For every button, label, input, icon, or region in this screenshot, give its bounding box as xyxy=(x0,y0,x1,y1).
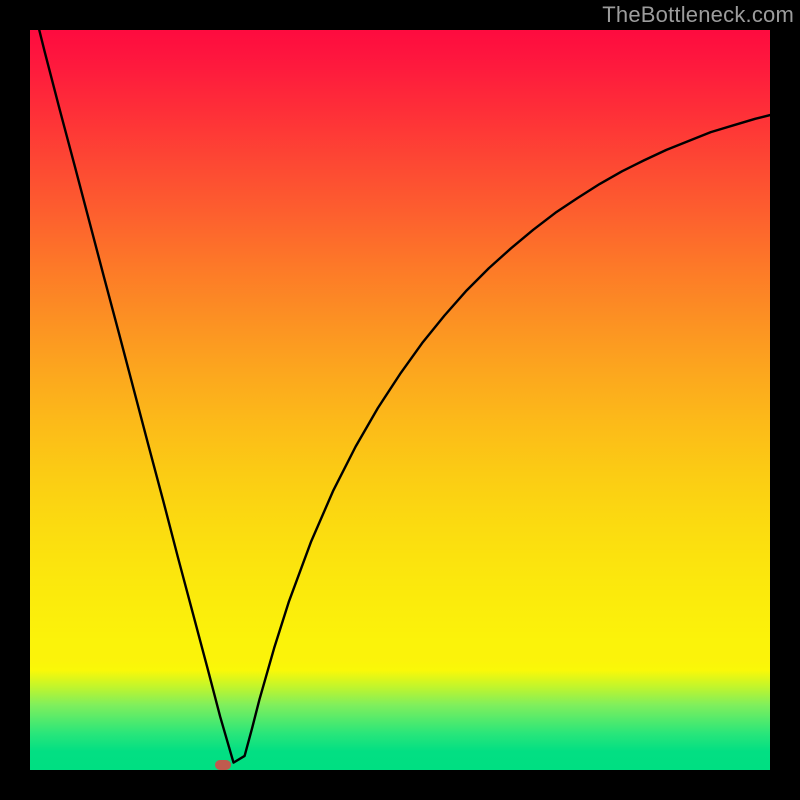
optimal-point-marker xyxy=(215,760,231,770)
curve-layer xyxy=(30,30,770,770)
plot-area xyxy=(30,30,770,770)
bottleneck-curve xyxy=(34,30,770,763)
watermark-text: TheBottleneck.com xyxy=(602,2,794,28)
chart-frame: TheBottleneck.com xyxy=(0,0,800,800)
